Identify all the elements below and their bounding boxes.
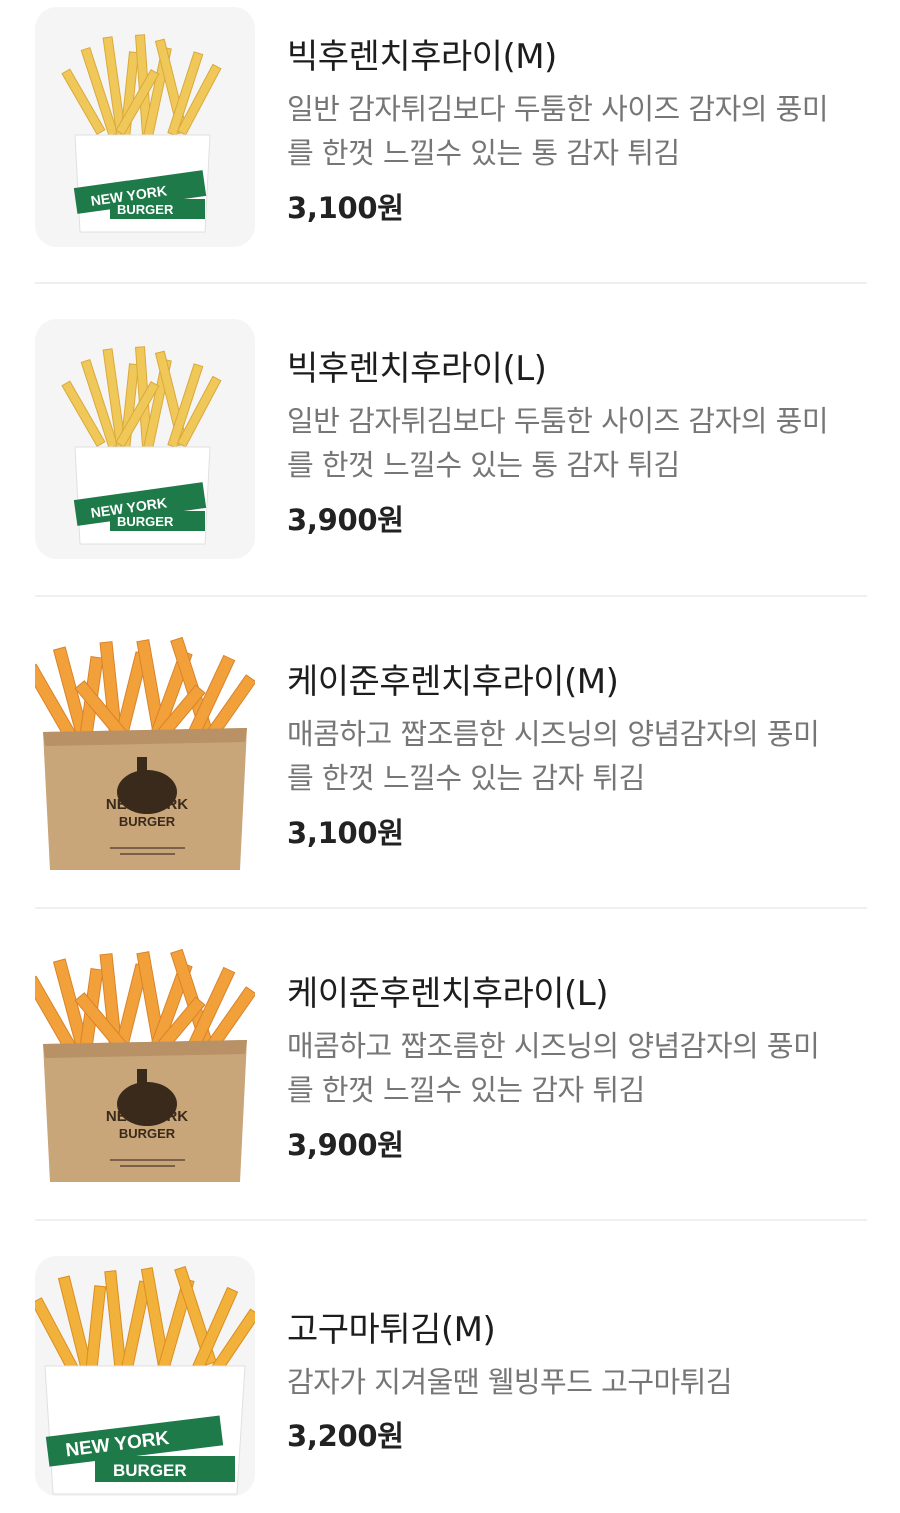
item-price: 3,900원 bbox=[287, 503, 404, 537]
item-description: 감자가 지겨울땐 웰빙푸드 고구마튀김 bbox=[287, 1360, 867, 1404]
cajun-fries-kraft-bag-image: NEW YORK BURGER bbox=[35, 944, 255, 1184]
menu-item-cajun-fries-m[interactable]: NEW YORK BURGER 케이준후렌치후라이(M) 매콤하고 짭조름한 시… bbox=[35, 632, 867, 872]
description-line: 일반 감자튀김보다 두툼한 사이즈 감자의 풍미 bbox=[287, 92, 829, 126]
item-price: 3,200원 bbox=[287, 1419, 404, 1453]
bag-logo-text-1: NEW YORK bbox=[106, 1108, 188, 1125]
item-description: 매콤하고 짭조름한 시즈닝의 양념감자의 풍미 를 한껏 느낄수 있는 감자 튀… bbox=[287, 1024, 867, 1112]
menu-item-sweet-potato-fries-m[interactable]: NEW YORK BURGER 고구마튀김(M) 감자가 지겨울땐 웰빙푸드 고… bbox=[35, 1256, 867, 1496]
fries-white-box-image: NEW YORK BURGER bbox=[35, 7, 255, 247]
item-name: 케이준후렌치후라이(L) bbox=[287, 974, 609, 1014]
bag-logo-text-2: BURGER bbox=[119, 814, 176, 829]
item-description: 일반 감자튀김보다 두툼한 사이즈 감자의 풍미 를 한껏 느낄수 있는 통 감… bbox=[287, 87, 867, 175]
description-line: 를 한껏 느낄수 있는 통 감자 튀김 bbox=[287, 136, 680, 170]
item-description: 일반 감자튀김보다 두툼한 사이즈 감자의 풍미 를 한껏 느낄수 있는 통 감… bbox=[287, 399, 867, 487]
item-name: 고구마튀김(M) bbox=[287, 1310, 496, 1350]
divider bbox=[35, 907, 867, 909]
divider bbox=[35, 282, 867, 284]
menu-item-cajun-fries-l[interactable]: NEW YORK BURGER 케이준후렌치후라이(L) 매콤하고 짭조름한 시… bbox=[35, 944, 867, 1184]
description-line: 매콤하고 짭조름한 시즈닝의 양념감자의 풍미 bbox=[287, 717, 820, 751]
box-logo-text-2: BURGER bbox=[113, 1461, 187, 1480]
description-line: 감자가 지겨울땐 웰빙푸드 고구마튀김 bbox=[287, 1365, 733, 1399]
item-name: 빅후렌치후라이(L) bbox=[287, 349, 547, 389]
item-name: 케이준후렌치후라이(M) bbox=[287, 662, 619, 702]
description-line: 를 한껏 느낄수 있는 통 감자 튀김 bbox=[287, 448, 680, 482]
cajun-fries-kraft-bag-image: NEW YORK BURGER bbox=[35, 632, 255, 872]
item-price: 3,100원 bbox=[287, 816, 404, 850]
description-line: 를 한껏 느낄수 있는 감자 튀김 bbox=[287, 1073, 645, 1107]
box-logo-text-2: BURGER bbox=[117, 202, 174, 217]
divider bbox=[35, 1219, 867, 1221]
bag-logo-text-2: BURGER bbox=[119, 1126, 176, 1141]
item-price: 3,900원 bbox=[287, 1128, 404, 1162]
divider bbox=[35, 595, 867, 597]
item-name: 빅후렌치후라이(M) bbox=[287, 37, 557, 77]
description-line: 매콤하고 짭조름한 시즈닝의 양념감자의 풍미 bbox=[287, 1029, 820, 1063]
description-line: 를 한껏 느낄수 있는 감자 튀김 bbox=[287, 761, 645, 795]
item-description: 매콤하고 짭조름한 시즈닝의 양념감자의 풍미 를 한껏 느낄수 있는 감자 튀… bbox=[287, 712, 867, 800]
description-line: 일반 감자튀김보다 두툼한 사이즈 감자의 풍미 bbox=[287, 404, 829, 438]
item-price: 3,100원 bbox=[287, 191, 404, 225]
menu-item-big-fries-l[interactable]: NEW YORK BURGER 빅후렌치후라이(L) 일반 감자튀김보다 두툼한… bbox=[35, 319, 867, 559]
fries-white-box-image: NEW YORK BURGER bbox=[35, 319, 255, 559]
menu-item-big-fries-m[interactable]: NEW YORK BURGER 빅후렌치후라이(M) 일반 감자튀김보다 두툼한… bbox=[35, 7, 867, 247]
bag-logo-text-1: NEW YORK bbox=[106, 796, 188, 813]
box-logo-text-2: BURGER bbox=[117, 514, 174, 529]
sweet-potato-fries-white-box-image: NEW YORK BURGER bbox=[35, 1256, 255, 1496]
